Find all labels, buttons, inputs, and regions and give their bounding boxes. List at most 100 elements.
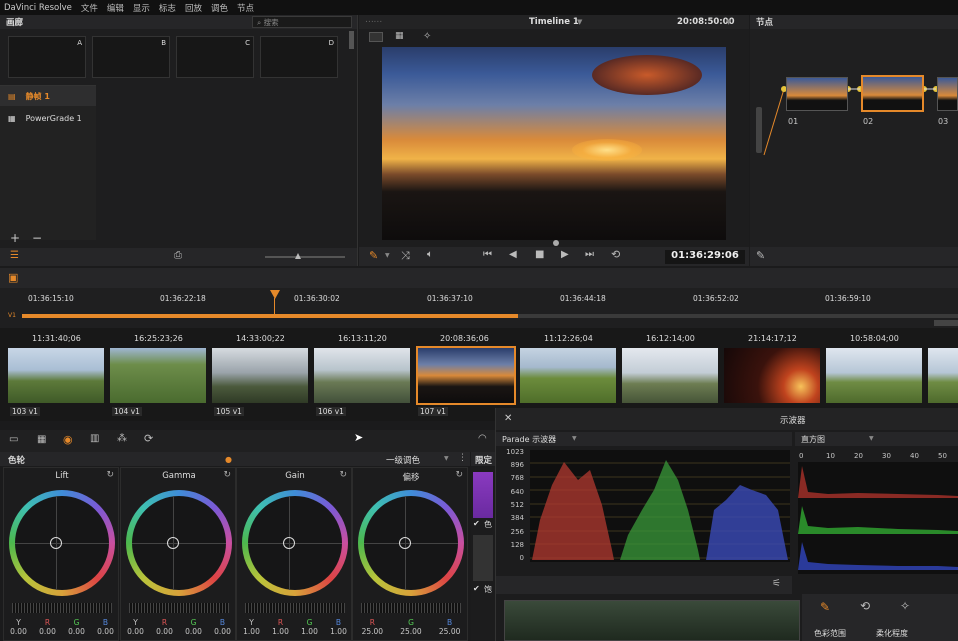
camera-raw-icon[interactable]: ▭ xyxy=(9,434,18,445)
scrubber-handle[interactable] xyxy=(553,240,559,246)
node-03[interactable] xyxy=(937,77,958,111)
chevron-down-icon[interactable]: ▼ xyxy=(726,18,731,26)
clip-thumb-109[interactable] xyxy=(622,348,718,403)
value-b[interactable]: 1.00 xyxy=(330,627,347,636)
hue-swatch[interactable] xyxy=(473,472,493,518)
nodes-icon[interactable]: ⁂ xyxy=(117,433,127,444)
check-icon[interactable]: ✔ xyxy=(473,584,480,593)
track-bar[interactable] xyxy=(22,314,518,318)
close-icon[interactable]: ✕ xyxy=(504,413,512,424)
reset-icon[interactable]: ↻ xyxy=(455,470,463,480)
viewer-image[interactable] xyxy=(382,47,726,240)
more-icon[interactable]: ⋮ xyxy=(458,453,467,463)
gallery-slot-b[interactable]: B xyxy=(92,36,170,78)
gallery-scrollbar[interactable] xyxy=(349,31,354,49)
clip-thumb-107[interactable] xyxy=(416,346,516,405)
value-g[interactable]: 25.00 xyxy=(400,627,421,636)
playhead[interactable] xyxy=(270,290,280,299)
shuffle-icon[interactable]: ⤨ xyxy=(401,249,410,263)
check-icon[interactable]: ✔ xyxy=(473,519,480,528)
clip-thumb-103[interactable] xyxy=(8,348,104,403)
wheel-handle[interactable] xyxy=(399,537,411,549)
color-wheel[interactable] xyxy=(242,490,348,596)
chevron-down-icon[interactable]: ▼ xyxy=(572,435,577,442)
menu-mark[interactable]: 标志 xyxy=(159,2,176,14)
gallery-search[interactable]: ⌕ 搜索 xyxy=(252,16,352,28)
clip-thumb-112[interactable] xyxy=(928,348,958,403)
add-album-button[interactable]: + xyxy=(10,231,20,245)
clip-thumb-106[interactable] xyxy=(314,348,410,403)
eyedropper-icon[interactable]: ✎ xyxy=(756,249,765,262)
color-wheel[interactable] xyxy=(9,490,115,596)
album-stills[interactable]: ▤ 静帧 1 xyxy=(0,86,96,106)
menu-nodes[interactable]: 节点 xyxy=(237,2,254,14)
wheel-handle[interactable] xyxy=(50,537,62,549)
bars-icon[interactable]: ▥ xyxy=(90,433,99,444)
curves-area[interactable] xyxy=(504,600,800,641)
color-wheel[interactable] xyxy=(358,490,464,596)
histo-select[interactable]: 直方图 xyxy=(801,434,825,445)
refine-icon[interactable]: ⟲ xyxy=(860,599,870,613)
remove-album-button[interactable]: − xyxy=(32,231,42,245)
master-wheel[interactable] xyxy=(245,603,345,613)
reset-icon[interactable]: ↻ xyxy=(106,470,114,480)
thumb-size-slider[interactable] xyxy=(265,256,345,258)
menu-color[interactable]: 调色 xyxy=(211,2,228,14)
menu-playback[interactable]: 回放 xyxy=(185,2,202,14)
value-b[interactable]: 25.00 xyxy=(439,627,460,636)
album-powergrade[interactable]: ▦ PowerGrade 1 xyxy=(0,106,96,130)
value-y[interactable]: 0.00 xyxy=(10,627,27,636)
refresh-icon[interactable]: ⟳ xyxy=(144,432,153,445)
volume-icon[interactable]: 🔈︎ xyxy=(427,249,433,260)
menu-file[interactable]: 文件 xyxy=(81,2,98,14)
timeline-name[interactable]: Timeline 1 xyxy=(529,17,579,27)
step-back-icon[interactable]: ◀ xyxy=(509,249,517,260)
chevron-down-icon[interactable]: ▼ xyxy=(577,18,582,26)
clip-thumb-110[interactable] xyxy=(724,348,820,403)
slider-handle[interactable] xyxy=(295,253,301,259)
timeline-icon[interactable]: ▣ xyxy=(8,271,18,284)
histogram-scope[interactable] xyxy=(798,462,958,574)
value-r[interactable]: 0.00 xyxy=(39,627,56,636)
value-b[interactable]: 0.00 xyxy=(97,627,114,636)
play-icon[interactable]: ▶ xyxy=(561,249,569,260)
mode-select[interactable]: 一级调色 xyxy=(386,454,420,466)
gallery-slot-a[interactable]: A xyxy=(8,36,86,78)
timeline-scroll[interactable] xyxy=(934,320,958,326)
value-r[interactable]: 25.00 xyxy=(362,627,383,636)
wand-icon[interactable]: ✧ xyxy=(900,599,910,613)
gallery-slot-c[interactable]: C xyxy=(176,36,254,78)
first-frame-icon[interactable]: ⏮︎ xyxy=(483,249,492,260)
chevron-down-icon[interactable]: ▼ xyxy=(869,435,874,442)
picker-icon[interactable]: ✎ xyxy=(369,249,378,262)
reset-icon[interactable]: ↻ xyxy=(223,470,231,480)
camera-icon[interactable]: ⎙ xyxy=(174,250,182,261)
eyedropper-icon[interactable]: ✎ xyxy=(820,600,830,614)
clip-thumb-104[interactable] xyxy=(110,348,206,403)
gallery-slot-d[interactable]: D xyxy=(260,36,338,78)
stop-icon[interactable]: ■ xyxy=(535,249,544,260)
clip-thumb-111[interactable] xyxy=(826,348,922,403)
value-g[interactable]: 0.00 xyxy=(68,627,85,636)
value-g[interactable]: 1.00 xyxy=(301,627,318,636)
loop-icon[interactable]: ⟲ xyxy=(611,248,620,261)
color-wheel-icon[interactable]: ◉ xyxy=(63,433,73,446)
parade-scope[interactable] xyxy=(530,450,790,562)
reset-icon[interactable]: ↻ xyxy=(339,470,347,480)
curve-icon[interactable]: ◠ xyxy=(478,433,487,444)
master-wheel[interactable] xyxy=(361,603,461,613)
clip-thumb-108[interactable] xyxy=(520,348,616,403)
node-01[interactable] xyxy=(786,77,848,111)
grid-icon[interactable]: ▦ xyxy=(37,434,46,445)
value-r[interactable]: 1.00 xyxy=(272,627,289,636)
single-view-icon[interactable] xyxy=(369,32,383,42)
wheel-handle[interactable] xyxy=(283,537,295,549)
menu-view[interactable]: 显示 xyxy=(133,2,150,14)
sat-swatch[interactable] xyxy=(473,535,493,581)
value-y[interactable]: 0.00 xyxy=(127,627,144,636)
value-g[interactable]: 0.00 xyxy=(185,627,202,636)
color-wheel[interactable] xyxy=(126,490,232,596)
parade-select[interactable]: Parade 示波器 xyxy=(502,434,556,445)
last-frame-icon[interactable]: ⏭︎ xyxy=(585,249,594,260)
value-y[interactable]: 1.00 xyxy=(243,627,260,636)
